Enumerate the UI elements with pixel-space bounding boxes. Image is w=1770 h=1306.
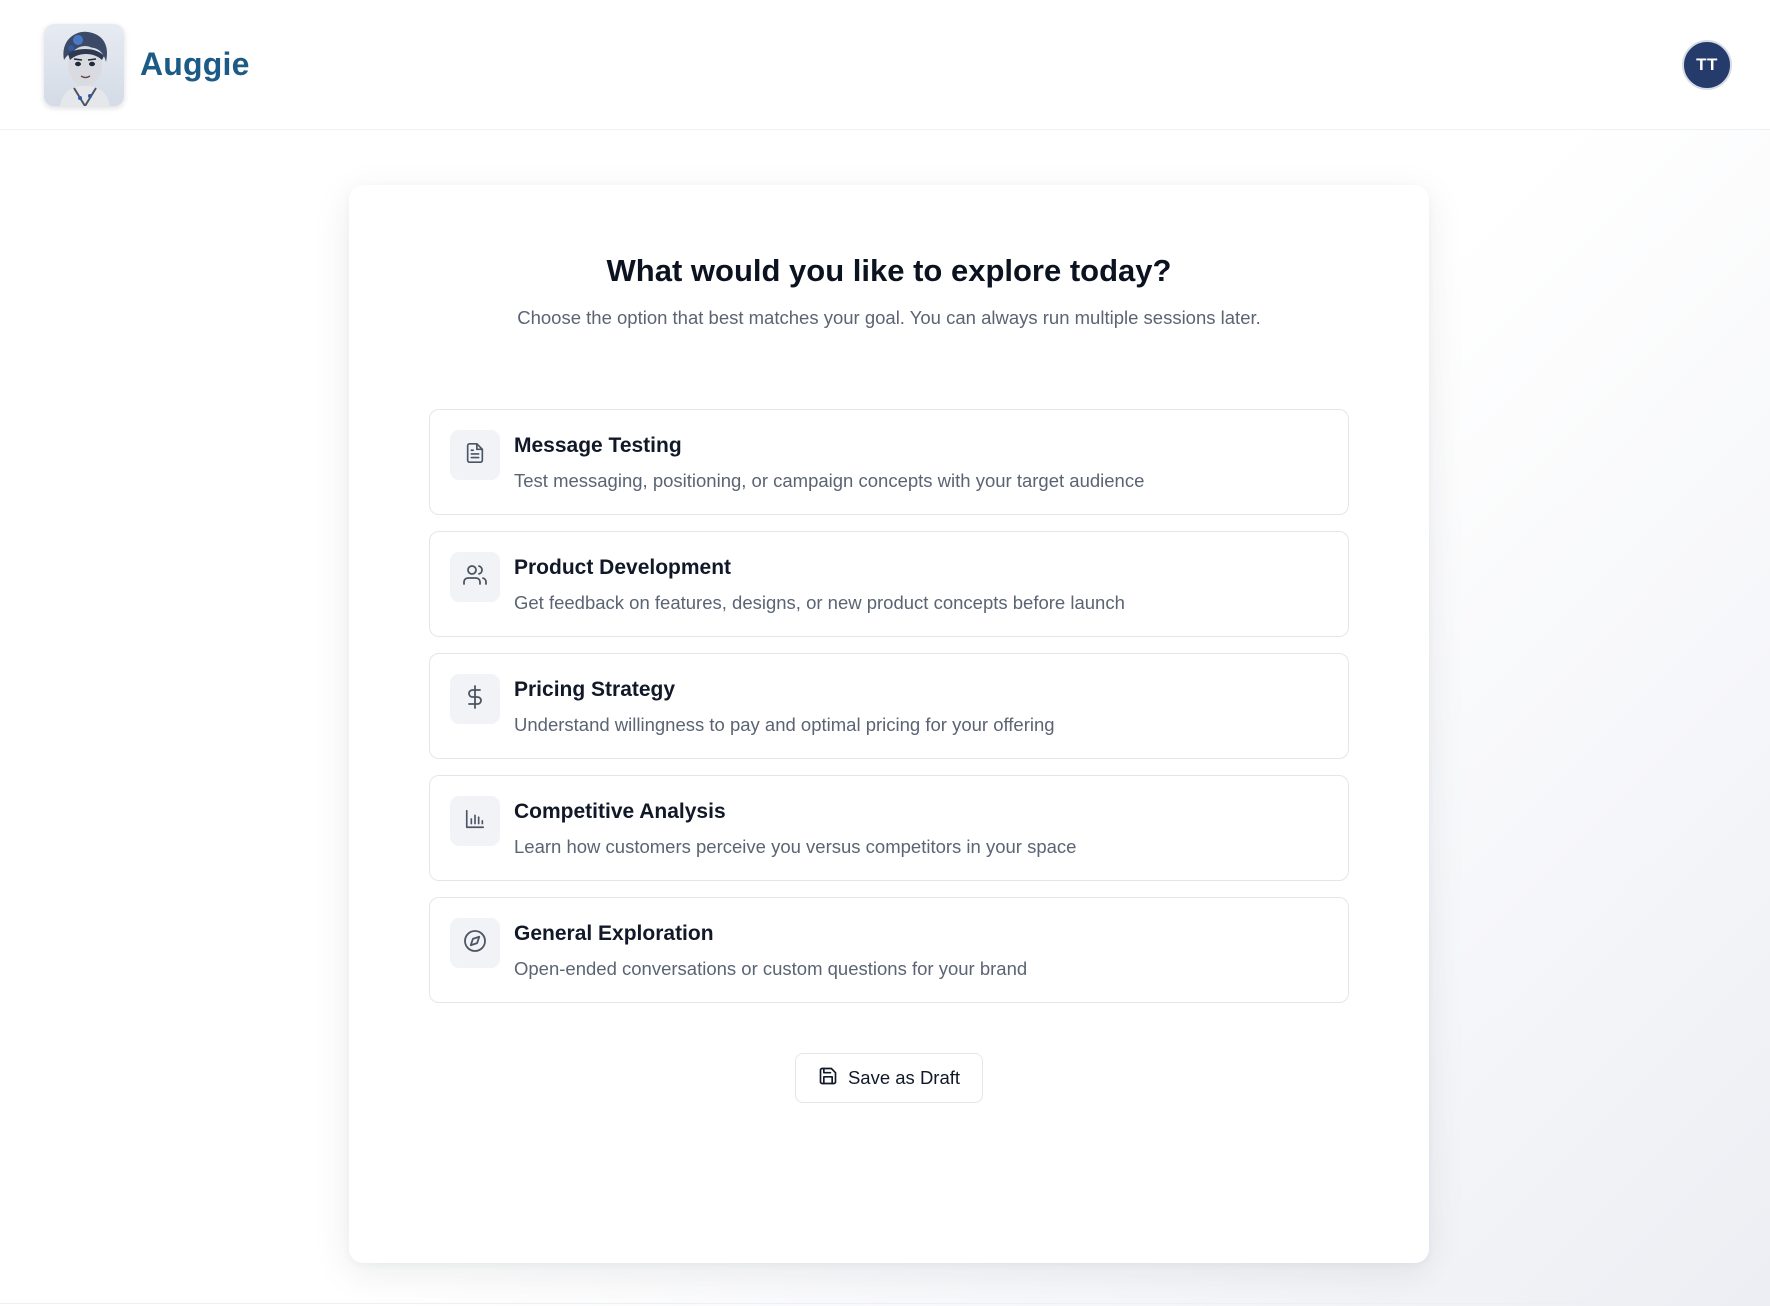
option-icon-box xyxy=(450,674,500,724)
document-icon xyxy=(464,442,486,469)
save-draft-label: Save as Draft xyxy=(847,1067,961,1088)
explore-card: What would you like to explore today? Ch… xyxy=(349,185,1429,1263)
save-icon xyxy=(818,1066,838,1091)
option-label: Pricing Strategy xyxy=(514,678,676,701)
option-description: Understand willingness to pay and optima… xyxy=(514,714,1055,735)
option-label: Product Development xyxy=(514,556,732,579)
option-icon-box xyxy=(450,430,500,480)
page-subtitle: Choose the option that best matches your… xyxy=(517,307,1261,328)
save-draft-button[interactable]: Save as Draft xyxy=(795,1053,983,1103)
app-header: Auggie TT xyxy=(0,0,1770,130)
compass-icon xyxy=(463,929,487,958)
option-product-development[interactable]: Product Development Get feedback on feat… xyxy=(429,531,1349,637)
option-description: Get feedback on features, designs, or ne… xyxy=(514,592,1125,613)
user-avatar[interactable]: TT xyxy=(1682,39,1732,90)
option-label: Message Testing xyxy=(514,434,682,457)
option-description: Learn how customers perceive you versus … xyxy=(514,836,1077,857)
page-title: What would you like to explore today? xyxy=(606,253,1172,288)
option-description: Test messaging, positioning, or campaign… xyxy=(514,470,1145,491)
users-icon xyxy=(463,563,487,592)
option-label: Competitive Analysis xyxy=(514,800,726,823)
footer-divider xyxy=(0,1303,1770,1304)
option-icon-box xyxy=(450,796,500,846)
option-icon-box xyxy=(450,552,500,602)
option-description: Open-ended conversations or custom quest… xyxy=(514,958,1028,979)
option-list: Message Testing Test messaging, position… xyxy=(429,409,1349,1003)
option-competitive-analysis[interactable]: Competitive Analysis Learn how customers… xyxy=(429,775,1349,881)
option-label: General Exploration xyxy=(514,922,714,945)
bar-chart-icon xyxy=(464,808,486,835)
option-icon-box xyxy=(450,918,500,968)
option-pricing-strategy[interactable]: Pricing Strategy Understand willingness … xyxy=(429,653,1349,759)
option-message-testing[interactable]: Message Testing Test messaging, position… xyxy=(429,409,1349,515)
auggie-logo[interactable] xyxy=(44,23,124,106)
brand-name: Auggie xyxy=(140,46,250,82)
dollar-icon xyxy=(463,684,487,714)
brand[interactable]: Auggie xyxy=(44,23,250,106)
option-general-exploration[interactable]: General Exploration Open-ended conversat… xyxy=(429,897,1349,1003)
